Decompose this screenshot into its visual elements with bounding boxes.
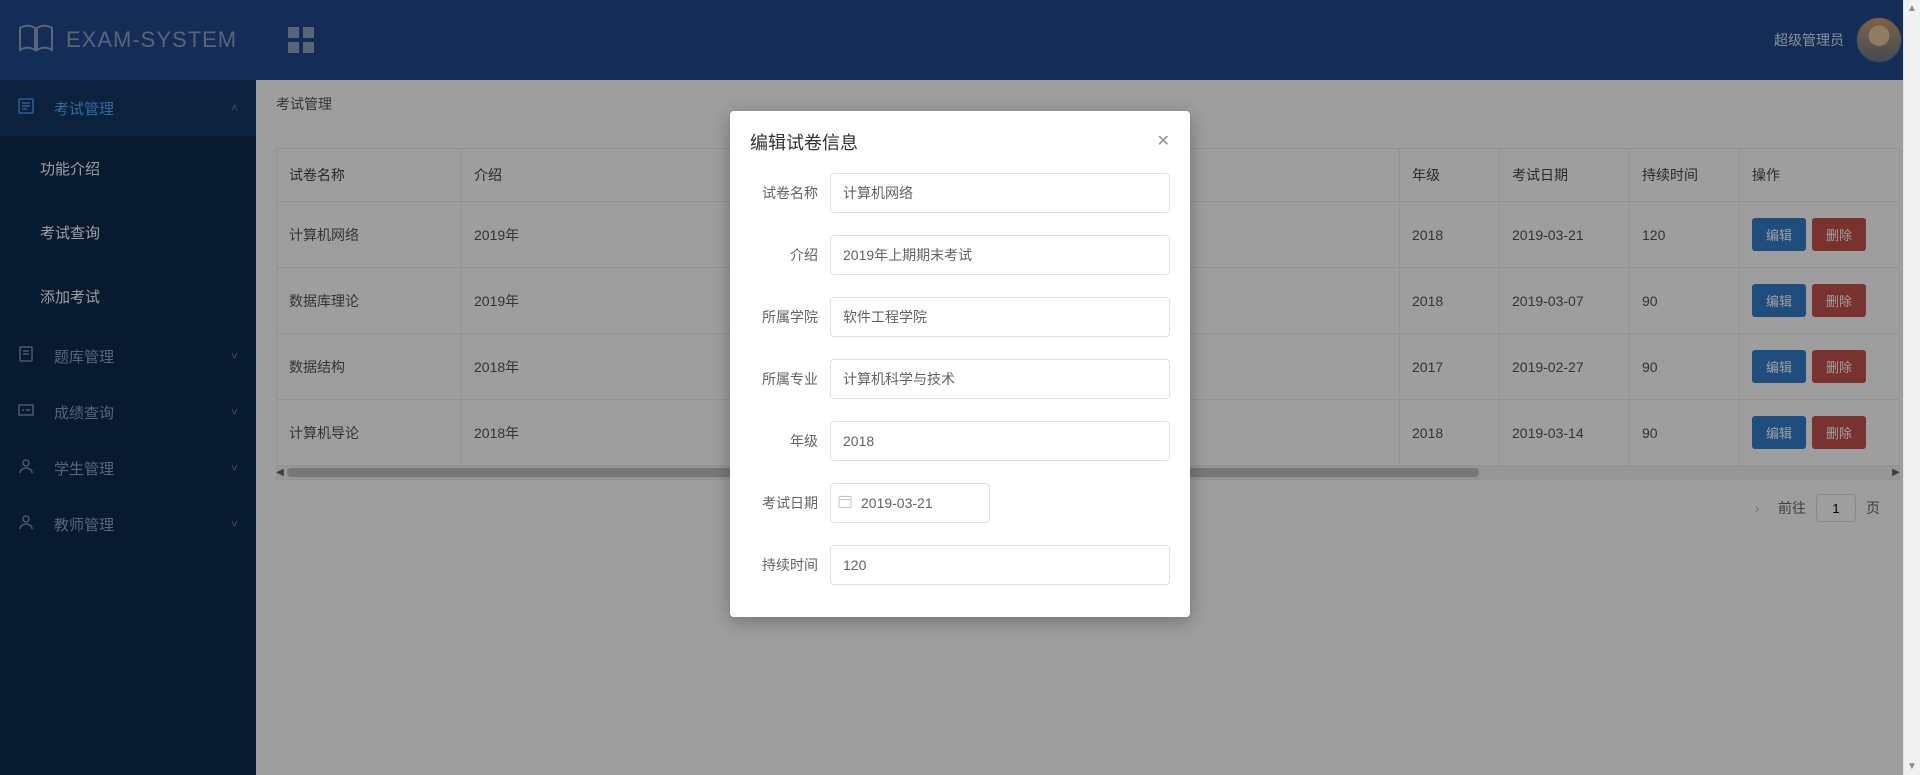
modal-header: 编辑试卷信息 ✕ [730,111,1190,165]
label-college: 所属学院 [750,307,830,327]
form-row-date: 考试日期 [750,483,1170,523]
input-duration[interactable] [830,545,1170,585]
form-row-name: 试卷名称 [750,173,1170,213]
input-major[interactable] [830,359,1170,399]
scroll-down-icon[interactable]: ▼ [1904,758,1920,775]
form-row-intro: 介绍 [750,235,1170,275]
label-name: 试卷名称 [750,183,830,203]
input-intro[interactable] [830,235,1170,275]
close-icon[interactable]: ✕ [1157,134,1170,150]
input-college[interactable] [830,297,1170,337]
form-row-college: 所属学院 [750,297,1170,337]
form-row-major: 所属专业 [750,359,1170,399]
edit-exam-form: 试卷名称 介绍 所属学院 所属专业 年级 考试日期 [730,165,1190,585]
label-grade: 年级 [750,431,830,451]
label-major: 所属专业 [750,369,830,389]
scroll-up-icon[interactable]: ▲ [1904,0,1920,17]
modal-title: 编辑试卷信息 [750,129,858,155]
input-grade[interactable] [830,421,1170,461]
label-duration: 持续时间 [750,555,830,575]
window-vertical-scrollbar[interactable]: ▲ ▼ [1903,0,1920,775]
form-row-grade: 年级 [750,421,1170,461]
label-date: 考试日期 [750,493,830,513]
edit-exam-modal: 编辑试卷信息 ✕ 试卷名称 介绍 所属学院 所属专业 年级 考试日期 [730,111,1190,617]
calendar-icon [838,495,852,512]
input-name[interactable] [830,173,1170,213]
form-row-duration: 持续时间 [750,545,1170,585]
input-date[interactable] [830,483,990,523]
label-intro: 介绍 [750,245,830,265]
